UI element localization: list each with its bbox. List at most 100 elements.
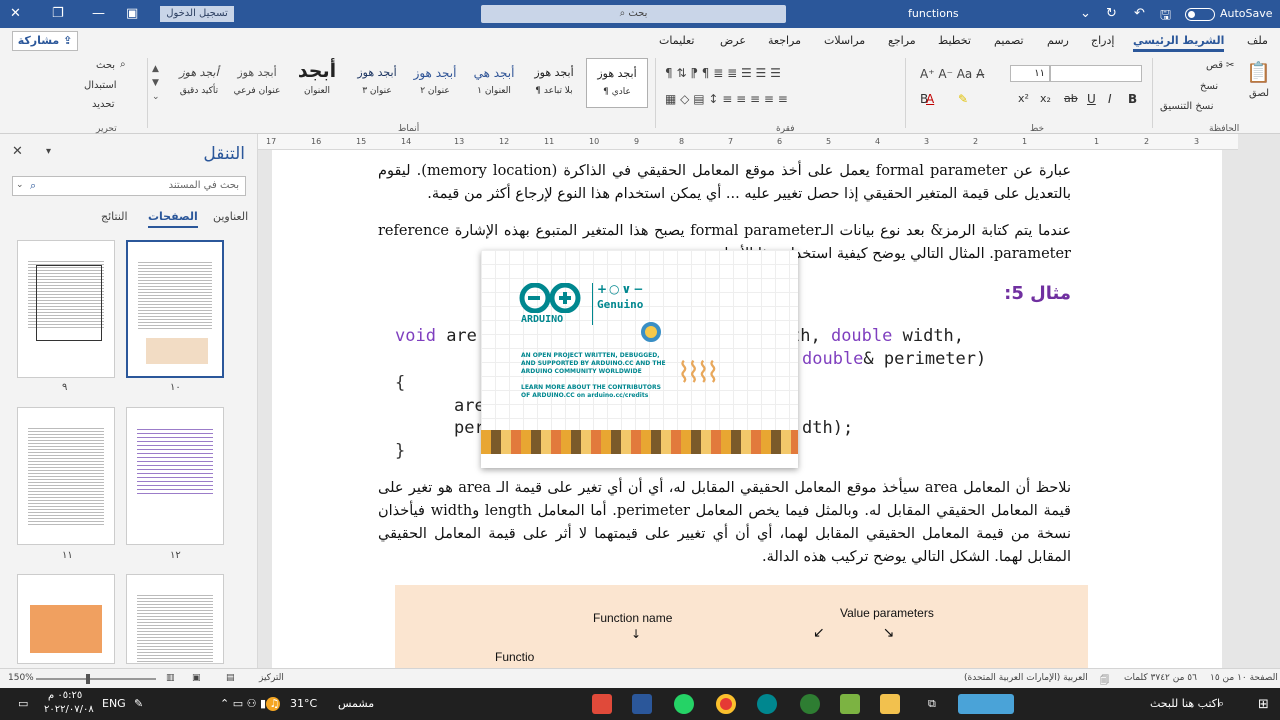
chevron-down-icon[interactable]: ⌄ xyxy=(16,180,24,190)
file-explorer-icon[interactable] xyxy=(880,694,900,714)
style-title[interactable]: أبجد العنوان xyxy=(286,58,348,108)
word-icon[interactable] xyxy=(632,694,652,714)
tab-review[interactable]: مراجعة xyxy=(768,34,801,47)
code-line[interactable]: } xyxy=(395,441,405,461)
font-color-icon[interactable]: A xyxy=(926,92,934,106)
undo-icon[interactable]: ↶ xyxy=(1134,6,1145,21)
style-heading-1[interactable]: أبجد هي العنوان ١ xyxy=(463,58,525,108)
ribbon-display-icon[interactable]: ▣ xyxy=(126,6,138,21)
save-icon[interactable]: 🖫 xyxy=(1160,6,1171,28)
whatsapp-icon[interactable] xyxy=(674,694,694,714)
search-icon[interactable]: ⌕ xyxy=(30,179,36,193)
format-painter-button[interactable]: نسخ التنسيق xyxy=(1160,101,1213,112)
arduino-taskbar-icon[interactable] xyxy=(757,694,777,714)
paragraph[interactable]: نلاحظ أن المعامل area سيأخذ موقع المعامل… xyxy=(378,477,1071,569)
strikethrough-icon[interactable]: ab xyxy=(1064,92,1078,105)
alignment-tools-icon[interactable]: ▦ ◇ ▤ ↕ ≡ ≡ ≡ ≡ ≡ xyxy=(665,92,788,106)
page-thumbnail[interactable] xyxy=(17,407,115,545)
code-line[interactable]: dth); xyxy=(802,418,853,438)
ruler[interactable]: 17 16 15 14 13 12 11 10 9 8 7 6 5 4 3 2 … xyxy=(258,134,1238,150)
tab-references[interactable]: مراجع xyxy=(888,34,916,47)
proofing-icon[interactable]: 🗐 xyxy=(1100,673,1109,689)
chrome-icon[interactable] xyxy=(716,694,736,714)
zoom-slider[interactable] xyxy=(36,678,156,680)
clock-time[interactable]: ٠٥:٢٥ م xyxy=(48,690,82,701)
underline-icon[interactable]: U xyxy=(1087,92,1096,106)
cut-button[interactable]: قص xyxy=(1206,60,1223,71)
tab-mailings[interactable]: مراسلات xyxy=(824,34,865,47)
language-indicator[interactable]: العربية (الإمارات العربية المتحدة) xyxy=(964,673,1088,683)
app-icon[interactable] xyxy=(800,694,820,714)
code-line[interactable]: void are xyxy=(395,326,477,346)
page-thumbnail[interactable] xyxy=(126,407,224,545)
copy-button[interactable]: نسخ xyxy=(1200,81,1218,92)
page-thumbnail[interactable] xyxy=(17,574,115,664)
app-icon[interactable] xyxy=(592,694,612,714)
paste-icon[interactable]: 📋 xyxy=(1246,60,1271,84)
style-subtle-emphasis[interactable]: أبجد هوز تأكيد دقيق xyxy=(168,58,230,108)
search-input[interactable]: ⌕ بحث xyxy=(481,5,786,23)
paragraph[interactable]: عبارة عن formal parameter يعمل على أخذ م… xyxy=(378,160,1071,206)
autosave-toggle[interactable] xyxy=(1185,8,1215,21)
focus-button[interactable]: التركيز xyxy=(259,673,284,683)
code-line[interactable]: { xyxy=(395,373,405,393)
replace-button[interactable]: استبدال xyxy=(84,80,117,91)
tab-file[interactable]: ملف xyxy=(1247,34,1268,47)
tab-help[interactable]: تعليمات xyxy=(659,34,694,47)
input-language[interactable]: ENG xyxy=(102,697,126,710)
word-count[interactable]: ٥٦ من ٣٧٤٢ كلمات xyxy=(1124,673,1197,683)
tab-headings[interactable]: العناوين xyxy=(213,210,248,223)
task-view-icon[interactable]: ⧉ xyxy=(928,697,936,711)
tab-draw[interactable]: رسم xyxy=(1047,34,1069,47)
example-heading[interactable]: مثال 5: xyxy=(1004,283,1071,304)
style-no-spacing[interactable]: أبجد هوز ¶ بلا تباعد xyxy=(523,58,585,108)
print-layout-icon[interactable]: ▤ xyxy=(226,673,235,683)
style-normal[interactable]: أبجد هوز ¶ عادي xyxy=(586,58,648,108)
tab-layout[interactable]: تخطيط xyxy=(938,34,971,47)
page-count[interactable]: الصفحة ١٠ من ١٥ xyxy=(1210,673,1278,683)
weather-text[interactable]: مشمس xyxy=(338,697,374,710)
tab-design[interactable]: تصميم xyxy=(994,34,1024,47)
restore-icon[interactable]: ❐ xyxy=(52,6,64,21)
style-subtitle[interactable]: أبجد هوز عنوان فرعي xyxy=(226,58,288,108)
start-icon[interactable]: ⊞ xyxy=(1258,697,1269,712)
minimize-icon[interactable]: — xyxy=(92,6,105,21)
function-diagram[interactable]: Function name ↓ Value parameters ↙ ↘ Fun… xyxy=(395,585,1088,668)
widget-landscape-icon[interactable] xyxy=(958,694,1014,714)
pane-options-icon[interactable]: ▾ xyxy=(46,146,51,157)
code-line[interactable]: th, double width, xyxy=(790,326,964,346)
page-thumbnail[interactable] xyxy=(126,240,224,378)
find-button[interactable]: بحث xyxy=(96,60,115,71)
font-size-box[interactable]: ١١ xyxy=(1010,65,1050,82)
zoom-level[interactable]: 150% xyxy=(8,673,34,683)
redo-icon[interactable]: ↻ xyxy=(1106,6,1117,21)
zoom-slider-thumb[interactable] xyxy=(86,674,90,684)
taskbar-search[interactable]: اكتب هنا للبحث xyxy=(1150,697,1220,710)
tab-insert[interactable]: إدراج xyxy=(1091,34,1114,47)
superscript-icon[interactable]: x² xyxy=(1018,92,1029,105)
font-name-box[interactable] xyxy=(1050,65,1142,82)
subscript-icon[interactable]: x₂ xyxy=(1040,92,1051,105)
notification-icon[interactable]: ▭ xyxy=(18,697,28,710)
share-button[interactable]: مشاركة ⇪ xyxy=(12,31,78,51)
web-layout-icon[interactable]: ▣ xyxy=(192,673,201,683)
page-thumbnail[interactable] xyxy=(126,574,224,664)
select-button[interactable]: تحديد xyxy=(92,99,115,110)
font-tools-icon[interactable]: A⁺ A⁻ Aa A̶ xyxy=(920,67,984,81)
bold-icon[interactable]: B xyxy=(1128,92,1137,106)
code-line[interactable]: double& perimeter) xyxy=(802,349,986,369)
tab-view[interactable]: عرض xyxy=(720,34,746,47)
styles-scroll-icon[interactable]: ▲ ▼ ⌄ xyxy=(152,62,160,104)
tab-home[interactable]: الشريط الرئيسي xyxy=(1133,34,1225,52)
pen-icon[interactable]: ✎ xyxy=(134,697,143,710)
clock-date[interactable]: ٢٠٢٢/٠٧/٠٨ xyxy=(44,704,94,715)
paragraph-tools-icon[interactable]: ¶ ⇅ ⁋ ¶ ≣ ≣ ☰ ☰ ☰ xyxy=(665,66,781,80)
close-icon[interactable]: ✕ xyxy=(10,6,21,21)
sign-in-button[interactable]: تسجيل الدخول xyxy=(160,6,234,22)
customize-icon[interactable]: ⌄ xyxy=(1080,6,1091,21)
highlight-icon[interactable]: ✎ xyxy=(958,92,968,106)
read-mode-icon[interactable]: ▥ xyxy=(166,673,175,683)
nav-search-input[interactable]: بحث في المستند xyxy=(12,176,246,196)
tab-pages[interactable]: الصفحات xyxy=(148,210,198,228)
style-heading-2[interactable]: أبجد هوز عنوان ٢ xyxy=(404,58,466,108)
